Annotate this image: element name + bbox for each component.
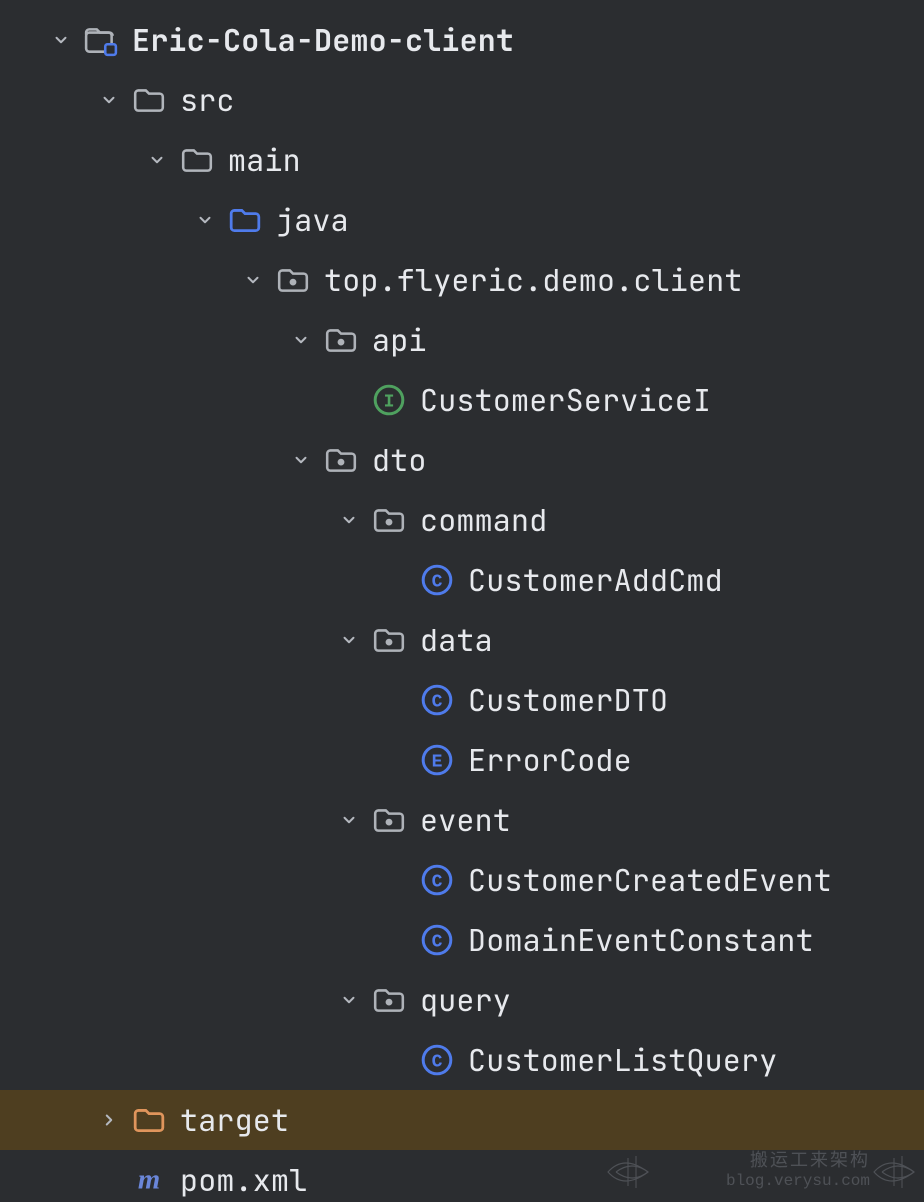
tree-node-folder-target[interactable]: target bbox=[0, 1090, 924, 1150]
chevron-down-icon[interactable] bbox=[338, 509, 360, 531]
tree-node-package-query[interactable]: query bbox=[0, 970, 924, 1030]
tree-node-enum[interactable]: E ErrorCode bbox=[0, 730, 924, 790]
tree-node-package-event[interactable]: event bbox=[0, 790, 924, 850]
tree-node-class[interactable]: C CustomerListQuery bbox=[0, 1030, 924, 1090]
node-label: CustomerDTO bbox=[468, 680, 668, 720]
svg-text:I: I bbox=[384, 392, 395, 412]
tree-node-maven-file[interactable]: m pom.xml bbox=[0, 1150, 924, 1202]
tree-node-class[interactable]: C DomainEventConstant bbox=[0, 910, 924, 970]
package-icon bbox=[372, 503, 406, 537]
chevron-down-icon[interactable] bbox=[50, 29, 72, 51]
tree-node-class[interactable]: C CustomerCreatedEvent bbox=[0, 850, 924, 910]
chevron-down-icon[interactable] bbox=[98, 89, 120, 111]
enum-icon: E bbox=[420, 743, 454, 777]
node-label: src bbox=[180, 80, 235, 120]
svg-text:C: C bbox=[432, 872, 443, 892]
node-label: query bbox=[420, 980, 511, 1020]
svg-text:C: C bbox=[432, 572, 443, 592]
chevron-down-icon[interactable] bbox=[338, 629, 360, 651]
folder-icon bbox=[132, 83, 166, 117]
node-label: CustomerCreatedEvent bbox=[468, 860, 832, 900]
class-icon: C bbox=[420, 683, 454, 717]
tree-node-module-root[interactable]: Eric-Cola-Demo-client bbox=[0, 10, 924, 70]
tree-node-package-data[interactable]: data bbox=[0, 610, 924, 670]
chevron-down-icon[interactable] bbox=[146, 149, 168, 171]
package-icon bbox=[324, 443, 358, 477]
chevron-down-icon[interactable] bbox=[242, 269, 264, 291]
folder-icon bbox=[180, 143, 214, 177]
package-icon bbox=[372, 803, 406, 837]
tree-node-package-root[interactable]: top.flyeric.demo.client bbox=[0, 250, 924, 310]
tree-node-package-api[interactable]: api bbox=[0, 310, 924, 370]
node-label: main bbox=[228, 140, 301, 180]
node-label: command bbox=[420, 500, 547, 540]
chevron-down-icon[interactable] bbox=[194, 209, 216, 231]
excluded-folder-icon bbox=[132, 1103, 166, 1137]
package-icon bbox=[372, 983, 406, 1017]
node-label: Eric-Cola-Demo-client bbox=[132, 20, 514, 60]
node-label: CustomerListQuery bbox=[468, 1040, 777, 1080]
node-label: CustomerAddCmd bbox=[468, 560, 723, 600]
module-icon bbox=[84, 23, 118, 57]
interface-icon: I bbox=[372, 383, 406, 417]
chevron-down-icon[interactable] bbox=[290, 329, 312, 351]
tree-node-package-dto[interactable]: dto bbox=[0, 430, 924, 490]
maven-icon: m bbox=[132, 1163, 166, 1197]
node-label: DomainEventConstant bbox=[468, 920, 814, 960]
chevron-down-icon[interactable] bbox=[338, 989, 360, 1011]
svg-text:C: C bbox=[432, 692, 443, 712]
node-label: dto bbox=[372, 440, 427, 480]
tree-node-class[interactable]: C CustomerAddCmd bbox=[0, 550, 924, 610]
svg-text:C: C bbox=[432, 932, 443, 952]
class-icon: C bbox=[420, 923, 454, 957]
tree-node-folder-java[interactable]: java bbox=[0, 190, 924, 250]
svg-text:m: m bbox=[138, 1164, 160, 1196]
class-icon: C bbox=[420, 863, 454, 897]
node-label: data bbox=[420, 620, 493, 660]
tree-node-package-command[interactable]: command bbox=[0, 490, 924, 550]
package-icon bbox=[372, 623, 406, 657]
chevron-right-icon[interactable] bbox=[98, 1109, 120, 1131]
node-label: target bbox=[180, 1100, 289, 1140]
node-label: CustomerServiceI bbox=[420, 380, 711, 420]
source-root-icon bbox=[228, 203, 262, 237]
package-icon bbox=[324, 323, 358, 357]
chevron-down-icon[interactable] bbox=[338, 809, 360, 831]
node-label: pom.xml bbox=[180, 1160, 307, 1200]
node-label: api bbox=[372, 320, 427, 360]
svg-text:E: E bbox=[432, 752, 443, 772]
node-label: java bbox=[276, 200, 349, 240]
package-icon bbox=[276, 263, 310, 297]
chevron-down-icon[interactable] bbox=[290, 449, 312, 471]
class-icon: C bbox=[420, 563, 454, 597]
tree-node-folder-main[interactable]: main bbox=[0, 130, 924, 190]
node-label: ErrorCode bbox=[468, 740, 632, 780]
node-label: top.flyeric.demo.client bbox=[324, 260, 743, 300]
tree-node-class[interactable]: C CustomerDTO bbox=[0, 670, 924, 730]
tree-node-interface[interactable]: I CustomerServiceI bbox=[0, 370, 924, 430]
class-icon: C bbox=[420, 1043, 454, 1077]
node-label: event bbox=[420, 800, 511, 840]
svg-text:C: C bbox=[432, 1052, 443, 1072]
tree-node-folder-src[interactable]: src bbox=[0, 70, 924, 130]
project-tree[interactable]: Eric-Cola-Demo-client src main bbox=[0, 0, 924, 1202]
